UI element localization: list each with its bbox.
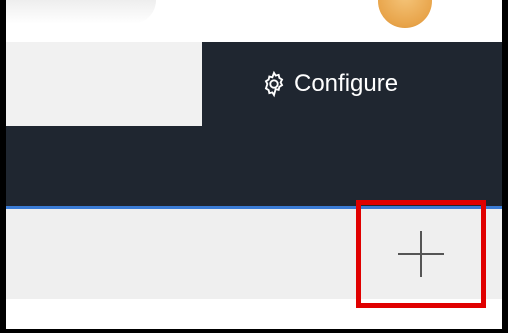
- window-border-bottom: [0, 329, 508, 333]
- gear-icon: [260, 70, 288, 98]
- avatar[interactable]: [378, 0, 432, 28]
- header-dark-panel: Configure: [202, 42, 502, 126]
- plus-icon: [398, 231, 444, 277]
- app-window: Configure: [0, 0, 508, 333]
- top-left-panel: [6, 0, 156, 24]
- add-button[interactable]: [356, 200, 486, 308]
- window-border-right: [502, 0, 508, 333]
- configure-button[interactable]: Configure: [260, 70, 398, 98]
- toolbar-band: [6, 126, 502, 206]
- top-strip: [6, 0, 502, 42]
- window-border-left: [0, 0, 6, 333]
- configure-label: Configure: [294, 70, 399, 97]
- header-row: Configure: [6, 42, 502, 126]
- header-light-panel: [6, 42, 202, 126]
